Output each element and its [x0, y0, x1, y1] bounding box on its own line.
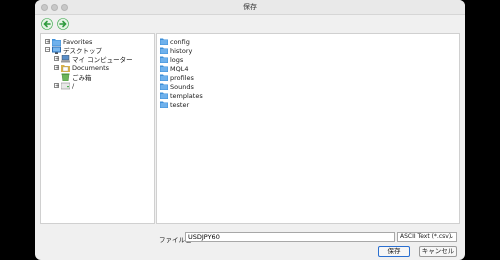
- expand-icon[interactable]: +: [54, 65, 59, 71]
- tree-item-label: Documents: [72, 63, 110, 72]
- file-name: Sounds: [170, 82, 194, 91]
- forward-arrow-icon[interactable]: [57, 18, 69, 30]
- folder-icon: [160, 47, 168, 54]
- folder-icon: [160, 65, 168, 72]
- window-title: 保存: [243, 3, 257, 11]
- filetype-value: ASCII Text (*.csv): [400, 233, 452, 240]
- cancel-button[interactable]: キャンセル: [419, 246, 457, 257]
- file-name: MQL4: [170, 64, 189, 73]
- list-item[interactable]: profiles: [160, 73, 194, 82]
- tree-item-my-computer[interactable]: + マイ コンピューター: [54, 54, 133, 64]
- file-name: templates: [170, 91, 203, 100]
- list-item[interactable]: Sounds: [160, 82, 194, 91]
- file-name: profiles: [170, 73, 194, 82]
- chevron-down-icon[interactable]: ⌄: [447, 233, 456, 241]
- toolbar: [35, 15, 465, 32]
- file-name: logs: [170, 55, 184, 64]
- folder-tree[interactable]: + Favorites − デスクトップ + マイ コンピューター + Docu…: [40, 33, 155, 224]
- filename-input[interactable]: [185, 232, 395, 242]
- desktop-icon: [52, 46, 61, 54]
- folder-icon: [160, 83, 168, 90]
- folder-icon: [160, 38, 168, 45]
- tree-item-label: ごみ箱: [72, 73, 92, 82]
- folder-icon: [160, 56, 168, 63]
- computer-icon: [61, 54, 70, 62]
- file-name: config: [170, 37, 190, 46]
- tree-item-label: /: [72, 81, 75, 90]
- tree-item-trash[interactable]: ごみ箱: [54, 72, 92, 82]
- folder-icon: [160, 101, 168, 108]
- list-item[interactable]: templates: [160, 91, 203, 100]
- list-item[interactable]: config: [160, 37, 190, 46]
- documents-icon: [61, 64, 70, 72]
- file-name: tester: [170, 100, 190, 109]
- expand-icon[interactable]: +: [54, 83, 59, 89]
- save-button[interactable]: 保存: [378, 246, 410, 257]
- trash-icon: [61, 73, 70, 81]
- file-name: history: [170, 46, 193, 55]
- tree-item-label: マイ コンピューター: [72, 55, 133, 64]
- save-dialog: 保存 + Favorites − デスクトップ + マイ コンピューター + D…: [35, 0, 465, 260]
- expand-icon[interactable]: +: [45, 39, 50, 45]
- list-item[interactable]: history: [160, 46, 192, 55]
- title-bar: 保存: [35, 0, 465, 15]
- folder-icon: [160, 92, 168, 99]
- collapse-icon[interactable]: −: [45, 47, 50, 53]
- list-item[interactable]: tester: [160, 100, 189, 109]
- tree-item-root[interactable]: + /: [54, 81, 74, 90]
- file-list[interactable]: config history logs MQL4 profiles Sounds…: [156, 33, 460, 224]
- drive-icon: [61, 82, 70, 89]
- folder-icon: [160, 74, 168, 81]
- list-item[interactable]: MQL4: [160, 64, 188, 73]
- expand-icon[interactable]: +: [54, 56, 59, 62]
- list-item[interactable]: logs: [160, 55, 183, 64]
- back-arrow-icon[interactable]: [41, 18, 53, 30]
